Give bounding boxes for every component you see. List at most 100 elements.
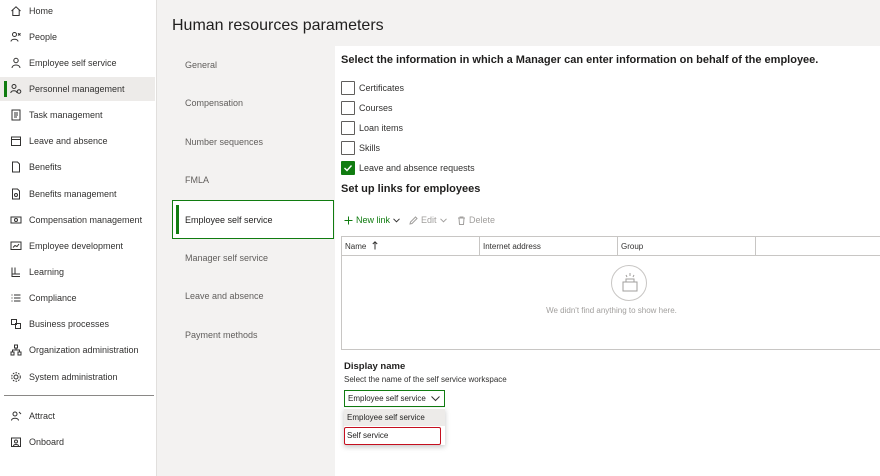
- column-header-name[interactable]: Name: [342, 237, 480, 256]
- development-icon: [9, 239, 23, 253]
- dropdown-value: Employee self service: [348, 394, 426, 403]
- nav-item-benefits-management[interactable]: Benefits management: [0, 182, 155, 206]
- nav-label: Compensation management: [29, 215, 143, 225]
- courses-checkbox[interactable]: Courses: [341, 100, 393, 116]
- checkbox-box[interactable]: [341, 81, 355, 95]
- learning-icon: [9, 265, 23, 279]
- nav-label: Attract: [29, 411, 56, 421]
- tab-label: FMLA: [185, 175, 210, 185]
- nav-item-employee-self-service[interactable]: Employee self service: [0, 51, 155, 75]
- tab-leave-and-absence[interactable]: Leave and absence: [172, 277, 334, 315]
- nav-item-benefits[interactable]: Benefits: [0, 155, 155, 179]
- checkbox-label: Certificates: [359, 83, 405, 93]
- tab-label: Manager self service: [185, 253, 269, 263]
- tab-label: Employee self service: [185, 215, 273, 225]
- loan-items-checkbox[interactable]: Loan items: [341, 120, 403, 136]
- nav-item-compensation-management[interactable]: Compensation management: [0, 208, 155, 232]
- display-name-dropdown[interactable]: Employee self service: [344, 390, 445, 407]
- highlight-box: [344, 427, 441, 445]
- nav-label: Employee self service: [29, 58, 117, 68]
- onboard-icon: [9, 435, 23, 449]
- tab-label: General: [185, 60, 218, 70]
- tab-label: Compensation: [185, 98, 244, 108]
- people-settings-icon: [9, 82, 23, 96]
- parameter-tabs: General Compensation Number sequences FM…: [172, 46, 335, 476]
- checkbox-box[interactable]: [341, 121, 355, 135]
- checkbox-label: Skills: [359, 143, 381, 153]
- nav-item-people[interactable]: People: [0, 25, 155, 49]
- nav-label: Learning: [29, 267, 65, 277]
- nav-item-task-management[interactable]: Task management: [0, 103, 155, 127]
- empty-state-text: We didn't find anything to show here.: [546, 306, 677, 315]
- document-settings-icon: [9, 187, 23, 201]
- empty-state-icon: [611, 265, 647, 301]
- nav-item-organization-administration[interactable]: Organization administration: [0, 338, 155, 362]
- nav-label: People: [29, 32, 58, 42]
- tab-compensation[interactable]: Compensation: [172, 84, 334, 122]
- links-section-heading: Set up links for employees: [341, 183, 481, 195]
- new-link-button[interactable]: New link: [344, 212, 400, 228]
- selection-indicator: [176, 205, 179, 234]
- column-label: Name: [345, 242, 367, 251]
- nav-label: Home: [29, 6, 54, 16]
- nav-label: Organization administration: [29, 345, 139, 355]
- money-icon: [9, 213, 23, 227]
- display-name-label: Display name: [344, 361, 406, 372]
- employee-self-service-panel: Select the information in which a Manage…: [335, 46, 880, 476]
- certificates-checkbox[interactable]: Certificates: [341, 80, 404, 96]
- nav-label: Task management: [29, 110, 103, 120]
- nav-label: Leave and absence: [29, 136, 108, 146]
- nav-item-personnel-management[interactable]: Personnel management: [0, 77, 155, 101]
- delete-button[interactable]: Delete: [457, 212, 495, 228]
- column-header-internet-address[interactable]: Internet address: [480, 237, 618, 256]
- nav-label: Employee development: [29, 241, 124, 251]
- nav-item-onboard[interactable]: Onboard: [0, 430, 155, 454]
- checkbox-box[interactable]: [341, 161, 355, 175]
- nav-label: Personnel management: [29, 84, 125, 94]
- checkbox-label: Courses: [359, 103, 393, 113]
- navigation-pane: Home People Employee self service Person…: [0, 0, 157, 476]
- new-link-label: New link: [356, 215, 391, 225]
- nav-item-leave-and-absence[interactable]: Leave and absence: [0, 129, 155, 153]
- tab-fmla[interactable]: FMLA: [172, 161, 334, 199]
- nav-divider: [4, 395, 154, 396]
- tab-employee-self-service[interactable]: Employee self service: [172, 200, 334, 239]
- checkbox-box[interactable]: [341, 101, 355, 115]
- selection-indicator: [4, 81, 7, 97]
- links-grid: Name Internet address Group We didn't fi…: [341, 236, 880, 350]
- skills-checkbox[interactable]: Skills: [341, 140, 380, 156]
- page-title: Human resources parameters: [172, 17, 384, 34]
- column-label: Internet address: [483, 242, 541, 251]
- column-header-group[interactable]: Group: [618, 237, 756, 256]
- tab-manager-self-service[interactable]: Manager self service: [172, 239, 334, 277]
- nav-label: Business processes: [29, 319, 110, 329]
- checkbox-box[interactable]: [341, 141, 355, 155]
- people-icon: [9, 30, 23, 44]
- nav-item-system-administration[interactable]: System administration: [0, 365, 155, 389]
- plus-icon: [344, 216, 353, 225]
- home-icon: [9, 4, 23, 18]
- chevron-down-icon: [439, 217, 447, 223]
- nav-item-attract[interactable]: Attract: [0, 404, 155, 428]
- edit-label: Edit: [421, 215, 437, 225]
- tab-label: Payment methods: [185, 330, 258, 340]
- nav-item-compliance[interactable]: Compliance: [0, 286, 155, 310]
- person-icon: [9, 56, 23, 70]
- tab-label: Number sequences: [185, 137, 264, 147]
- tab-general[interactable]: General: [172, 46, 334, 84]
- chevron-down-icon: [431, 394, 440, 405]
- nav-item-business-processes[interactable]: Business processes: [0, 312, 155, 336]
- tab-number-sequences[interactable]: Number sequences: [172, 123, 334, 161]
- nav-label: System administration: [29, 372, 118, 382]
- tab-payment-methods[interactable]: Payment methods: [172, 316, 334, 354]
- nav-item-employee-development[interactable]: Employee development: [0, 234, 155, 258]
- trash-icon: [457, 216, 466, 225]
- nav-item-home[interactable]: Home: [0, 0, 155, 23]
- option-employee-self-service[interactable]: Employee self service: [344, 409, 445, 426]
- nav-label: Onboard: [29, 437, 65, 447]
- checkbox-label: Leave and absence requests: [359, 163, 475, 173]
- edit-button[interactable]: Edit: [409, 212, 447, 228]
- leave-and-absence-requests-checkbox[interactable]: Leave and absence requests: [341, 160, 475, 176]
- nav-item-learning[interactable]: Learning: [0, 260, 155, 284]
- sort-ascending-icon: [372, 238, 378, 257]
